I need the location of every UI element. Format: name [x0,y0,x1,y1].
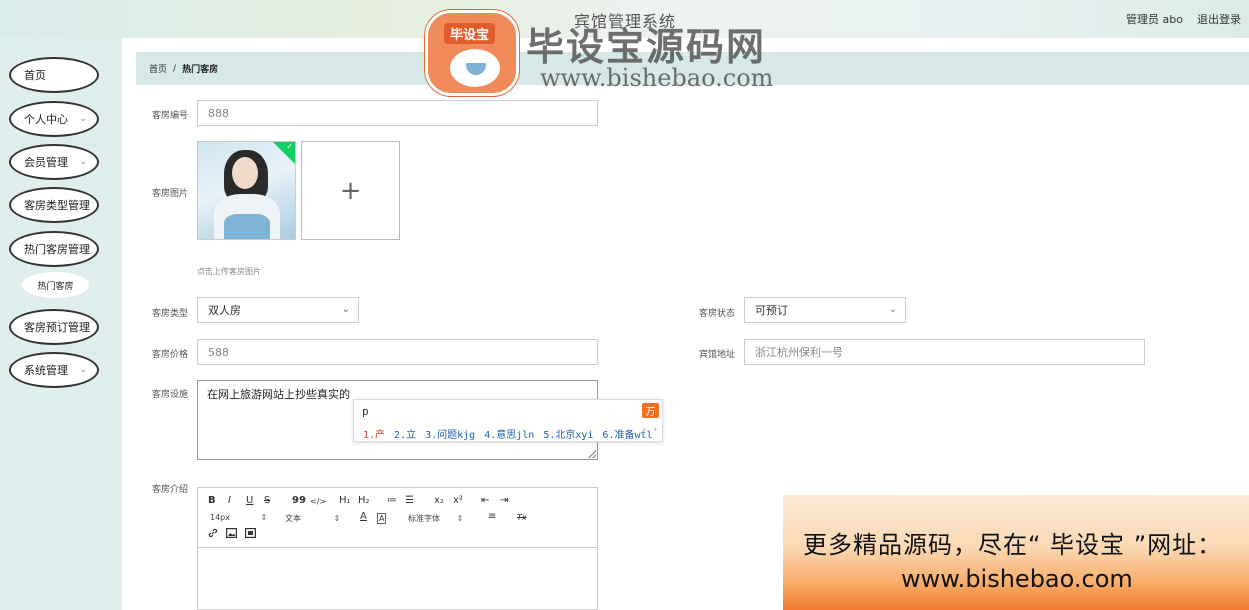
sidebar-item-label: 个人中心 [24,113,68,126]
logo-face-icon [450,49,500,87]
rich-text-editor: B I U S 99 </> H₁ H₂ ≔ ☰ x₂ x² ⇤ ⇥ 14px … [197,487,598,610]
room-image-thumbnail[interactable]: ✓ [197,141,296,240]
font-family-dropdown[interactable]: 标准字体 ⇕ [408,513,463,524]
sidebar-item-label: 客房预订管理 [24,321,90,334]
sidebar-item-label: 首页 [24,69,46,82]
sidebar-item-label: 系统管理 [24,364,68,377]
font-size-value: 14px [210,513,230,522]
sidebar-item-personal-center[interactable]: 个人中心 ⌄ [9,101,99,137]
room-type-label: 客房类型 [152,309,189,319]
facilities-label: 客房设施 [152,390,189,400]
logo-badge: 毕设宝 [425,10,519,96]
align-button[interactable]: ≡ [488,511,496,522]
italic-button[interactable]: I [228,495,231,506]
ime-candidate[interactable]: 5.北京xyi [543,426,593,441]
breadcrumb-current: 热门客房 [182,65,219,75]
ime-candidate[interactable]: 2.立 [394,426,416,441]
sidebar-subitem-hot-rooms[interactable]: 热门客房 [22,272,89,298]
sidebar-item-system-management[interactable]: 系统管理 ⌄ [9,352,99,388]
sidebar-item-label: 会员管理 [24,156,68,169]
indent-button[interactable]: ⇥ [500,495,508,506]
sidebar-item-room-type-management[interactable]: 客房类型管理 [9,187,99,223]
watermark-title: 毕设宝源码网 [526,25,767,69]
underline-button[interactable]: U [246,495,253,506]
sidebar-item-label: 客房类型管理 [24,199,90,212]
room-status-select[interactable]: 可预订 ⌄ [744,297,906,323]
room-status-label: 客房状态 [699,309,736,319]
ime-page-arrows[interactable]: ‹ › [642,425,658,435]
chevron-down-icon: ⌄ [79,114,87,124]
text-style-dropdown[interactable]: 文本 ⇕ [285,513,340,524]
updown-icon: ⇕ [456,514,464,523]
intro-label: 客房介绍 [152,485,189,495]
ime-candidate[interactable]: 4.意思jln [484,426,534,441]
upload-image-button[interactable]: + [301,141,400,240]
logo-badge-text: 毕设宝 [444,23,496,44]
editor-content[interactable] [198,549,597,609]
strike-button[interactable]: S [264,495,270,506]
text-style-value: 文本 [285,514,301,523]
link-icon[interactable] [208,528,218,541]
ad-line-2: www.bishebao.com [901,565,1133,593]
ad-banner[interactable]: 更多精品源码，尽在“ 毕设宝 ”网址： www.bishebao.com [783,495,1249,610]
breadcrumb-separator: / [173,63,177,74]
room-price-input[interactable]: 588 [197,339,598,365]
ime-candidate[interactable]: 3.问题kjg [425,426,475,441]
resize-handle[interactable] [588,450,596,458]
ime-logo-icon: 万 [642,403,659,418]
plus-icon: + [339,175,362,206]
watermark-logo: 毕设宝 毕设宝源码网 www.bishebao.com [411,2,811,102]
ime-candidates: 1.产 2.立 3.问题kjg 4.意思jln 5.北京xyi 6.准备wtl [363,426,662,441]
current-user: 管理员 abo [1126,13,1183,26]
subscript-button[interactable]: x₂ [434,495,444,506]
sidebar-item-home[interactable]: 首页 [9,57,99,93]
font-color-button[interactable]: A [360,511,367,522]
room-no-label: 客房编号 [152,111,189,121]
font-size-dropdown[interactable]: 14px ⇕ [210,513,267,522]
ime-candidate[interactable]: 1.产 [363,426,385,441]
clear-format-button[interactable]: Tx [517,513,527,522]
sidebar-item-booking-management[interactable]: 客房预订管理 [9,309,99,345]
bold-button[interactable]: B [208,495,216,506]
check-icon: ✓ [286,142,293,151]
chevron-down-icon: ⌄ [888,304,897,315]
background-color-button[interactable]: A [377,513,387,524]
ime-candidate-popup: p 万 1.产 2.立 3.问题kjg 4.意思jln 5.北京xyi 6.准备… [353,399,663,442]
h2-button[interactable]: H₂ [358,495,370,506]
video-icon[interactable] [245,528,257,541]
room-type-select[interactable]: 双人房 ⌄ [197,297,359,323]
font-family-value: 标准字体 [408,514,440,523]
ad-line-1: 更多精品源码，尽在“ 毕设宝 ”网址： [803,531,1223,559]
superscript-button[interactable]: x² [453,495,463,506]
chevron-down-icon: ⌄ [79,365,87,375]
sidebar-item-label: 热门客房管理 [24,243,90,256]
updown-icon: ⇕ [333,514,341,523]
chevron-down-icon: ⌄ [341,304,350,315]
outdent-button[interactable]: ⇤ [481,495,489,506]
sidebar-item-member-management[interactable]: 会员管理 ⌄ [9,144,99,180]
sidebar-item-hot-room-management[interactable]: 热门客房管理 [9,231,99,267]
facilities-text: 在网上旅游网站上抄些真实的 [207,388,350,401]
ordered-list-button[interactable]: ≔ [387,495,397,506]
bullet-list-button[interactable]: ☰ [405,495,414,506]
watermark-url: www.bishebao.com [540,64,774,92]
upload-hint: 点击上传客房图片 [197,267,261,276]
room-price-label: 客房价格 [152,350,189,360]
room-no-input[interactable]: 888 [197,100,598,126]
room-image-label: 客房图片 [152,189,189,199]
ime-composition: p [362,405,369,418]
chevron-down-icon: ⌄ [79,157,87,167]
hotel-address-input[interactable]: 浙江杭州保利一号 [744,339,1145,365]
code-block-button[interactable]: </> [310,497,326,506]
hotel-address-label: 宾馆地址 [699,350,736,360]
h1-button[interactable]: H₁ [339,495,351,506]
breadcrumb-home[interactable]: 首页 [149,62,167,75]
room-status-value: 可预订 [755,304,788,317]
image-icon[interactable] [226,528,238,541]
logout-button[interactable]: 退出登录 [1197,11,1241,27]
room-type-value: 双人房 [208,304,241,317]
updown-icon: ⇕ [260,513,268,522]
blockquote-button[interactable]: 99 [292,495,306,506]
editor-toolbar: B I U S 99 </> H₁ H₂ ≔ ☰ x₂ x² ⇤ ⇥ 14px … [198,488,597,548]
